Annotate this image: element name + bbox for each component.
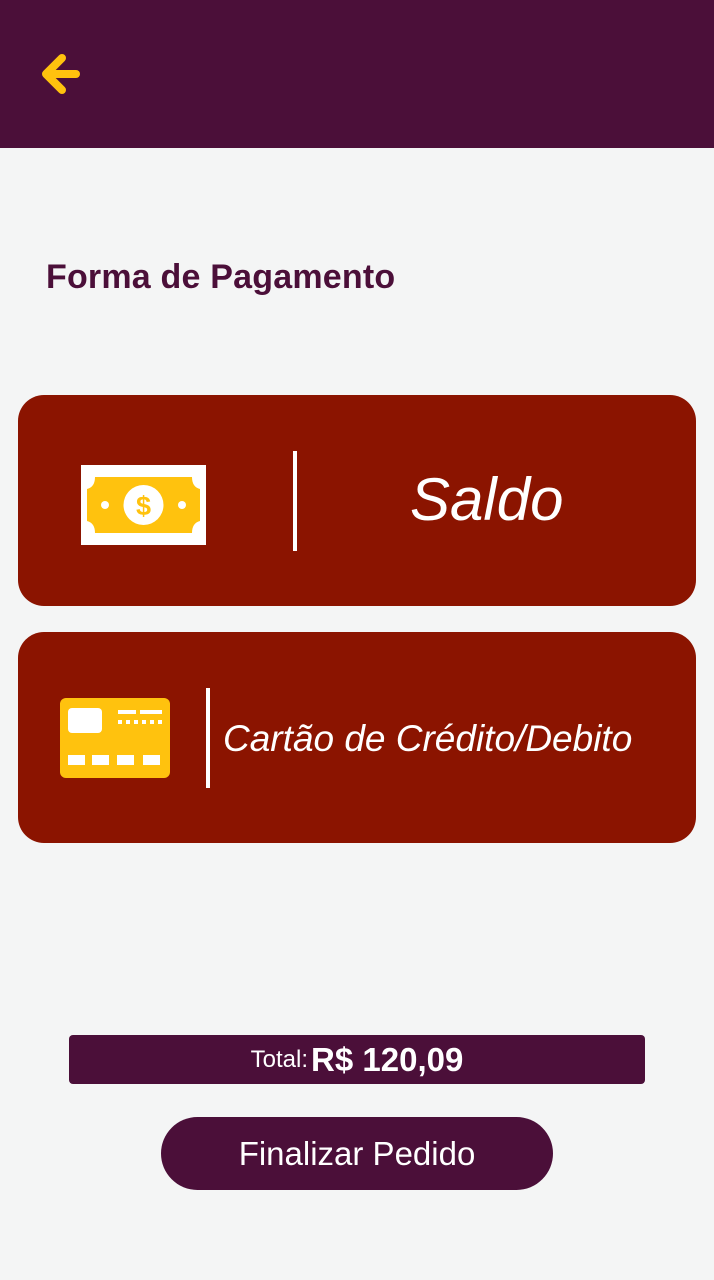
total-value: R$ 120,09 xyxy=(311,1040,464,1078)
option-divider xyxy=(206,688,210,788)
option-divider xyxy=(293,451,297,551)
svg-text:$: $ xyxy=(136,491,151,521)
arrow-left-icon xyxy=(42,54,80,94)
page-title: Forma de Pagamento xyxy=(46,258,396,296)
total-label: Total: xyxy=(250,1045,309,1073)
finish-order-button[interactable]: Finalizar Pedido xyxy=(161,1117,553,1190)
back-button[interactable] xyxy=(36,50,84,98)
credit-card-icon xyxy=(60,698,170,778)
payment-option-credit-card[interactable]: Cartão de Crédito/Debito xyxy=(18,632,696,843)
top-app-bar xyxy=(0,0,714,148)
payment-option-saldo[interactable]: $ Saldo xyxy=(18,395,696,606)
payment-option-label: Cartão de Crédito/Debito xyxy=(223,718,633,759)
payment-option-label: Saldo xyxy=(410,466,564,533)
order-total-bar: Total: R$ 120,09 xyxy=(69,1035,645,1084)
money-bill-icon: $ xyxy=(81,465,206,545)
